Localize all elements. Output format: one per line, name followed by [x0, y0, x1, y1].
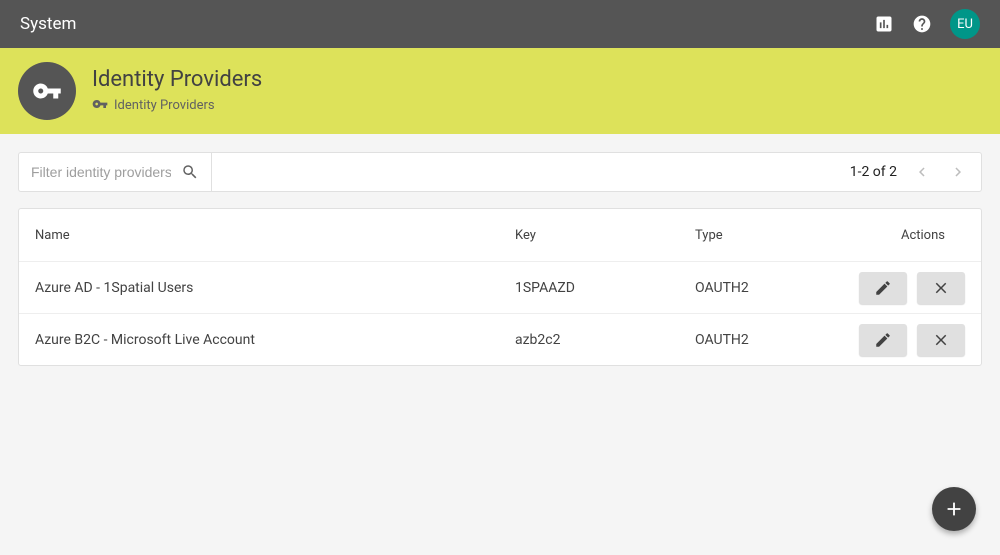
plus-icon	[943, 498, 965, 520]
search-icon[interactable]	[179, 161, 201, 183]
cell-type: OAUTH2	[695, 280, 835, 296]
filter-input[interactable]	[31, 164, 171, 180]
close-icon	[932, 279, 950, 297]
delete-button[interactable]	[917, 272, 965, 304]
pagination-text: 1-2 of 2	[850, 164, 897, 180]
toolbar: 1-2 of 2	[18, 152, 982, 192]
key-icon	[18, 62, 76, 120]
add-button[interactable]	[932, 487, 976, 531]
avatar[interactable]: EU	[950, 9, 980, 39]
app-title: System	[20, 14, 874, 34]
key-icon	[92, 96, 108, 116]
cell-key: 1SPAAZD	[515, 280, 695, 296]
page-title: Identity Providers	[92, 67, 262, 92]
table-header: Name Key Type Actions	[19, 209, 981, 261]
table: Name Key Type Actions Azure AD - 1Spatia…	[18, 208, 982, 366]
page-banner: Identity Providers Identity Providers	[0, 48, 1000, 134]
chart-icon[interactable]	[874, 14, 894, 34]
filter-wrap	[31, 153, 212, 191]
delete-button[interactable]	[917, 324, 965, 356]
chevron-left-icon[interactable]	[911, 161, 933, 183]
cell-name: Azure AD - 1Spatial Users	[35, 280, 515, 296]
help-icon[interactable]	[912, 14, 932, 34]
content: 1-2 of 2 Name Key Type Actions Azure AD …	[0, 134, 1000, 384]
col-header-key: Key	[515, 228, 695, 243]
pagination: 1-2 of 2	[850, 161, 969, 183]
pencil-icon	[874, 331, 892, 349]
topbar-actions: EU	[874, 9, 980, 39]
edit-button[interactable]	[859, 272, 907, 304]
col-header-actions: Actions	[835, 228, 965, 243]
chevron-right-icon[interactable]	[947, 161, 969, 183]
close-icon	[932, 331, 950, 349]
col-header-type: Type	[695, 228, 835, 243]
breadcrumb: Identity Providers	[92, 96, 262, 116]
table-row: Azure AD - 1Spatial Users 1SPAAZD OAUTH2	[19, 261, 981, 313]
cell-key: azb2c2	[515, 332, 695, 348]
banner-text: Identity Providers Identity Providers	[92, 67, 262, 116]
table-row: Azure B2C - Microsoft Live Account azb2c…	[19, 313, 981, 365]
col-header-name: Name	[35, 228, 515, 243]
pencil-icon	[874, 279, 892, 297]
edit-button[interactable]	[859, 324, 907, 356]
cell-actions	[835, 324, 965, 356]
cell-actions	[835, 272, 965, 304]
cell-type: OAUTH2	[695, 332, 835, 348]
cell-name: Azure B2C - Microsoft Live Account	[35, 332, 515, 348]
breadcrumb-label: Identity Providers	[114, 98, 215, 113]
topbar: System EU	[0, 0, 1000, 48]
